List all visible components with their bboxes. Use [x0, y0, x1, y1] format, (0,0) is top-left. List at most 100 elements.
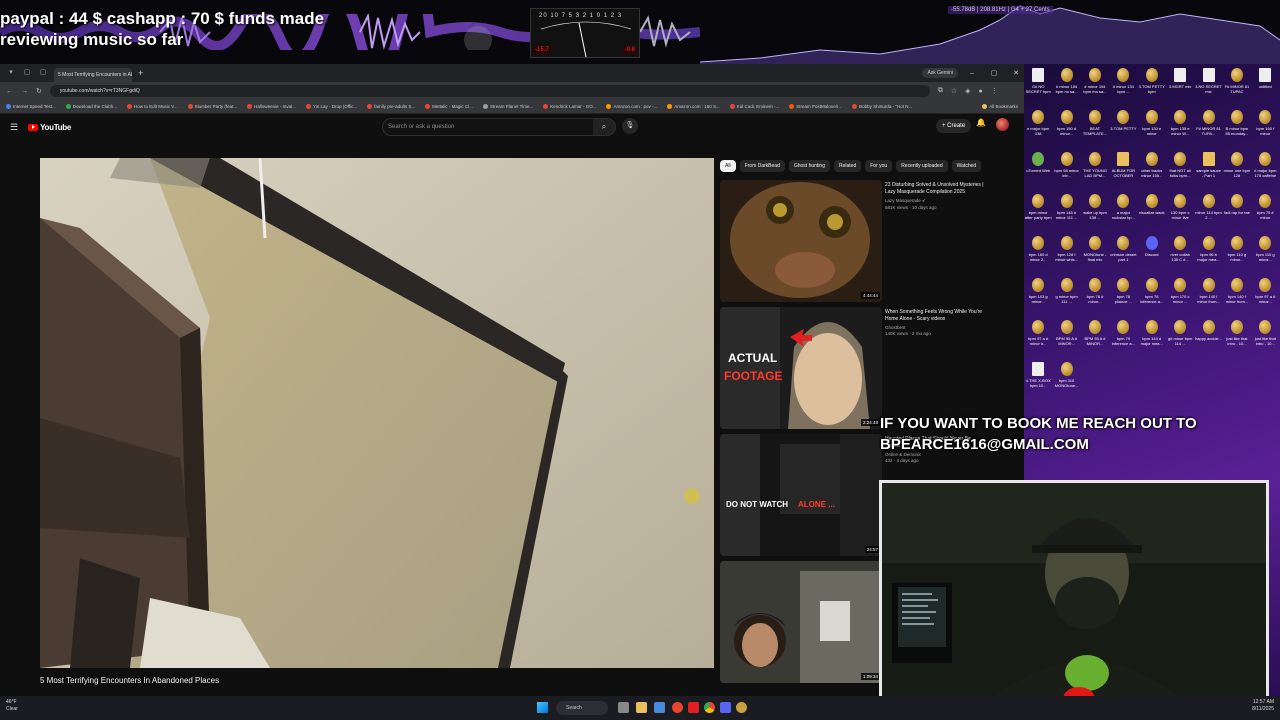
reload-icon[interactable]: ↻	[36, 87, 42, 95]
desktop-icon[interactable]: # minor 134 bpm ...	[1109, 68, 1137, 110]
minimize-icon[interactable]: –	[964, 70, 980, 77]
bookmark-item[interactable]: Halloweenie - Inval...	[247, 104, 296, 109]
desktop-icon[interactable]: bpm 97 a # minor b...	[1024, 320, 1052, 362]
desktop-icon[interactable]: bpm 96 b major mea...	[1194, 236, 1222, 278]
file-explorer-icon[interactable]	[636, 702, 647, 713]
desktop-icon[interactable]: bpm 160 d minor 2...	[1024, 236, 1052, 278]
microphone-icon[interactable]: 🎙	[622, 118, 638, 134]
weather-widget[interactable]: 46°F Clear	[6, 699, 18, 713]
bookmark-item[interactable]: Slumber Party (feat...	[187, 104, 237, 109]
chip-recently-uploaded[interactable]: Recently uploaded	[896, 160, 948, 172]
desktop-icon[interactable]: just like that intro - 10...	[1223, 320, 1251, 362]
desktop-icon[interactable]: bpm 110 g minor...	[1223, 236, 1251, 278]
desktop-icon[interactable]: g# minor bpm 114 ...	[1166, 320, 1194, 362]
desktop-icon[interactable]: bpm 79 inference a...	[1109, 320, 1137, 362]
desktop-icon[interactable]: bpm 78 pliance ...	[1109, 278, 1137, 320]
video-thumbnail[interactable]: ACTUAL FOOTAGE 2:24:48	[720, 307, 882, 429]
forward-icon[interactable]: →	[21, 88, 28, 95]
tab-pinned-icon-2[interactable]: ▢	[38, 68, 48, 78]
recommendation-channel[interactable]: Ghostbest	[885, 325, 985, 330]
taskbar-search[interactable]: Search	[556, 701, 608, 715]
youtube-logo[interactable]: YouTube	[28, 123, 71, 132]
chip-from-darkbead[interactable]: From DarkBead	[739, 160, 785, 172]
desktop-icon[interactable]: bpm 103 g minor...	[1024, 278, 1052, 320]
desktop-icon[interactable]: g minor bpm 111 ...	[1052, 278, 1080, 320]
new-tab-button[interactable]: +	[138, 68, 143, 78]
desktop-icon[interactable]: bpm minor after party bpm	[1024, 194, 1052, 236]
recommendation-channel[interactable]: Lazy Masquerade ✔	[885, 198, 985, 204]
desktop-icon[interactable]: bpm 128 f minor whis...	[1052, 236, 1080, 278]
desktop-icon[interactable]: # major bpm 175 caffeine	[1251, 152, 1279, 194]
desktop-icon[interactable]: G# NO SECRET bpm	[1024, 68, 1052, 110]
store-icon[interactable]	[654, 702, 665, 713]
chip-related[interactable]: Related	[834, 160, 862, 172]
desktop-icon[interactable]: F# MINOR 81 TUPAC	[1223, 68, 1251, 110]
video-thumbnail[interactable]: 1:09:34	[720, 561, 882, 683]
desktop-icon[interactable]: F# MINOR 81 TUPA...	[1194, 110, 1222, 152]
desktop-icon[interactable]: 130 bpm c minor live	[1166, 194, 1194, 236]
create-button[interactable]: + Create	[936, 119, 972, 133]
audio-app-icon[interactable]	[736, 702, 747, 713]
desktop-icon[interactable]: bpm 140 f minor from...	[1223, 278, 1251, 320]
desktop-icon[interactable]: bpm 110 g minor...	[1251, 236, 1279, 278]
desktop-icon[interactable]: that NOT all folks bpm...	[1166, 152, 1194, 194]
bookmark-star-icon[interactable]: ☆	[951, 87, 957, 95]
desktop-icon[interactable]: bpm 160 f minor	[1251, 110, 1279, 152]
chip-all[interactable]: All	[720, 160, 736, 172]
desktop-icon[interactable]: just like that intro - 10...	[1251, 320, 1279, 362]
desktop-icon[interactable]: BPM 95 A # MINOR...	[1081, 320, 1109, 362]
desktop-icon[interactable]: bpm 170 c minor ...	[1166, 278, 1194, 320]
desktop-icon[interactable]: 4.THE X-BOX bpm 10...	[1024, 362, 1052, 404]
chrome-icon[interactable]	[704, 702, 715, 713]
kebab-menu-icon[interactable]: ⋮	[991, 87, 998, 95]
bookmark-item[interactable]: Amazon.com : pov -...	[606, 104, 657, 109]
desktop-icon[interactable]: bpm 144 d major mea...	[1138, 320, 1166, 362]
desktop-icon[interactable]: happy accide...	[1194, 320, 1222, 362]
chip-ghost-hunting[interactable]: Ghost hunting	[788, 160, 830, 172]
desktop-icon[interactable]: ALBUM FOR OCTOBER	[1109, 152, 1137, 194]
desktop-icon[interactable]: 3.MGRT mix	[1166, 68, 1194, 110]
bookmark-item[interactable]: Mettalic - Magic Cl...	[425, 104, 473, 109]
bookmark-item[interactable]: Kid Cudi, Eminem -...	[729, 104, 779, 109]
desktop-icon[interactable]: # minor 154 bpm no sa...	[1052, 68, 1080, 110]
desktop-icon[interactable]: e major bpm 138	[1024, 110, 1052, 152]
desktop-icon[interactable]: wake up bpm 138 ...	[1081, 194, 1109, 236]
search-input[interactable]: Search or ask a question ⌕	[382, 118, 616, 136]
chip-watched[interactable]: Watched	[951, 160, 982, 172]
desktop-icon[interactable]: fadi rap for rae	[1223, 194, 1251, 236]
bookmark-item[interactable]: Stream Planet Time...	[482, 104, 533, 109]
desktop-icon[interactable]: bpm 78 # minor...	[1081, 278, 1109, 320]
cast-icon[interactable]: ⧉	[938, 87, 943, 95]
desktop-icon[interactable]: MONOtone - final mix	[1081, 236, 1109, 278]
desktop-icon[interactable]: 3.NO SECRET mix	[1194, 68, 1222, 110]
bookmark-item[interactable]: Bobby Shmurda - "Hot N...	[852, 104, 912, 109]
all-bookmarks-button[interactable]: All Bookmarks	[982, 104, 1024, 109]
desktop-icon[interactable]: 3.TOM PETTY bpm	[1138, 68, 1166, 110]
app-icon[interactable]	[672, 702, 683, 713]
recommendation-item[interactable]: 4:44:44 23 Disturbing Solved & Unsolved …	[720, 180, 1020, 304]
tab-active[interactable]: 5 Most Terrifying Encounters in Ab...	[54, 68, 132, 82]
tab-list-icon[interactable]: ▾	[6, 68, 16, 78]
url-field[interactable]: youtube.com/watch?v=rT3NGFgdiQ	[49, 85, 930, 97]
desktop-icon[interactable]: # minor 154 bpm mo sa...	[1081, 68, 1109, 110]
desktop-icon[interactable]: bpm 75 # minor	[1251, 194, 1279, 236]
desktop-icon[interactable]: other tracks minor 155...	[1138, 152, 1166, 194]
close-icon[interactable]: ✕	[1008, 69, 1024, 77]
desktop-icon[interactable]: bpm 97 a # minor...	[1251, 278, 1279, 320]
bookmark-item[interactable]: Download the Clubh...	[65, 104, 117, 109]
desktop-icon[interactable]: bpm 140 f minor from...	[1194, 278, 1222, 320]
desktop-icon[interactable]: minor 114 bpm 2 ...	[1194, 194, 1222, 236]
extensions-icon[interactable]: ◈	[965, 87, 970, 95]
search-icon[interactable]: ⌕	[593, 119, 615, 135]
ask-gemini-button[interactable]: Ask Gemini	[922, 68, 958, 78]
bookmark-item[interactable]: family pre-adults S...	[367, 104, 415, 109]
desktop-icon[interactable]: Discord	[1138, 236, 1166, 278]
desktop-icon[interactable]: bpm 110 MONOtone...	[1052, 362, 1080, 404]
desktop-icon[interactable]: bpm 150 d minor...	[1052, 110, 1080, 152]
bookmark-item[interactable]: Kendrick Lamar - GO...	[543, 104, 596, 109]
bookmark-item[interactable]: Amazon.com : 150 S...	[667, 104, 720, 109]
account-avatar[interactable]	[996, 118, 1009, 131]
youtube-app-icon[interactable]	[688, 702, 699, 713]
recommendation-title[interactable]: When Something Feels Wrong While You're …	[885, 309, 985, 323]
profile-icon[interactable]: ●	[979, 88, 983, 95]
